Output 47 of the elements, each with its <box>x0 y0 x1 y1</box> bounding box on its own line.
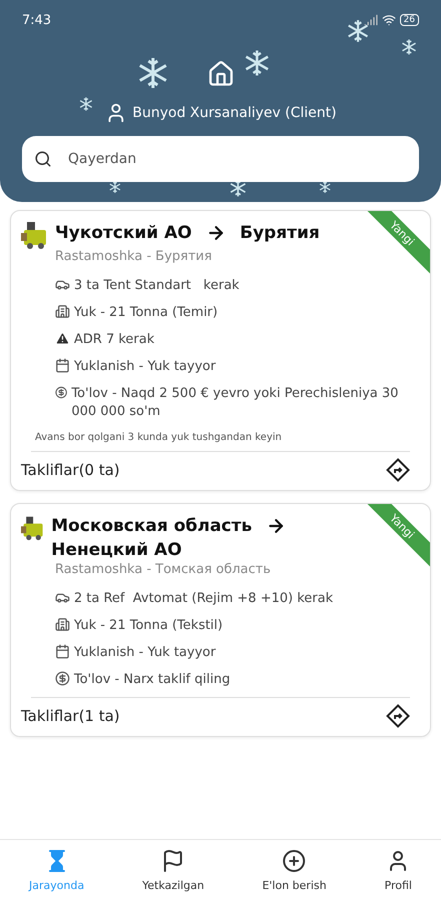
calendar-icon <box>55 358 70 373</box>
detail-text: Yuk - 21 Tonna (Tekstil) <box>74 617 223 635</box>
cargo-loader-icon <box>21 514 46 542</box>
offers-count[interactable]: Takliflar(1 ta) <box>21 707 120 725</box>
dollar-icon <box>55 671 70 686</box>
calendar-icon <box>55 644 70 659</box>
offers-count[interactable]: Takliflar(0 ta) <box>21 461 120 479</box>
detail-text: ADR 7 kerak <box>74 331 154 349</box>
route-subtitle: Rastamoshka - Томская область <box>55 562 272 577</box>
route-destination: Бурятия <box>240 222 320 245</box>
snowflake-icon <box>345 18 371 44</box>
dollar-icon <box>55 385 68 400</box>
route-sign-icon[interactable] <box>386 458 410 482</box>
route-destination: Ненецкий АО <box>51 539 182 562</box>
order-card[interactable] <box>10 210 431 491</box>
nav-tab[interactable]: E'lon berish <box>256 848 332 892</box>
snowflake-icon <box>108 180 122 194</box>
search-icon <box>34 150 52 168</box>
warning-icon <box>55 331 70 346</box>
note-text: Avans bor qolgani 3 kunda yuk tushgandan keyin <box>35 432 283 443</box>
detail-text: 2 ta Ref Avtomat (Rejim +8 +10) kerak <box>74 590 333 608</box>
home-icon[interactable] <box>206 60 234 88</box>
snowflake-icon <box>78 96 94 112</box>
building-icon <box>55 304 70 319</box>
route-subtitle: Rastamoshka - Бурятия <box>55 249 213 264</box>
battery-level: 26 <box>400 14 419 26</box>
snowflake-icon <box>400 38 418 56</box>
detail-text: 3 ta Tent Standart kerak <box>74 277 240 295</box>
status-time: 7:43 <box>22 12 52 28</box>
detail-text: Yuk - 21 Tonna (Temir) <box>74 304 218 322</box>
route-origin: Московская область <box>51 515 252 538</box>
building-icon <box>55 617 70 632</box>
detail-text: Yuklanish - Yuk tayyor <box>74 358 216 376</box>
detail-text: Yuklanish - Yuk tayyor <box>74 644 216 662</box>
user-name: Bunyod Xursanaliyev (Client) <box>132 105 336 121</box>
route-sign-icon[interactable] <box>386 704 410 728</box>
search-field[interactable]: Qayerdan <box>22 136 419 182</box>
cargo-loader-icon <box>21 221 49 249</box>
nav-tab[interactable]: Profil <box>378 848 418 892</box>
detail-text: To'lov - Narx taklif qiling <box>74 671 230 689</box>
snowflake-icon <box>318 180 332 194</box>
signal-icon <box>364 13 378 27</box>
detail-text: To'lov - Naqd 2 500 € yevro yoki Perechisleniya 30 000 000 so'm <box>71 385 400 421</box>
nav-tab[interactable]: Yetkazilgan <box>136 848 210 892</box>
route-origin: Чукотский АО <box>55 222 192 245</box>
plus-circle-icon <box>282 848 306 872</box>
wifi-icon <box>382 13 396 27</box>
